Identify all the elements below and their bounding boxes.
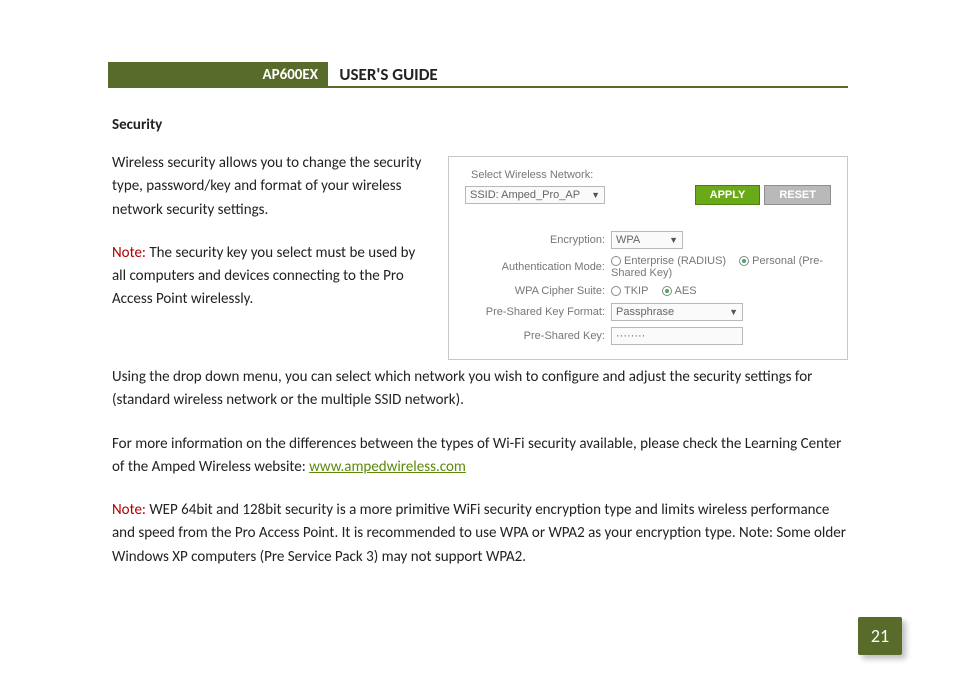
paragraph-note2: Note: WEP 64bit and 128bit security is a…	[112, 499, 848, 569]
cipher-label: WPA Cipher Suite:	[465, 285, 611, 297]
ssid-value: SSID: Amped_Pro_AP	[470, 188, 580, 202]
ssid-dropdown[interactable]: SSID: Amped_Pro_AP ▼	[465, 186, 605, 204]
note-label: Note:	[112, 244, 146, 262]
note-label: Note:	[112, 501, 146, 519]
chevron-down-icon: ▼	[669, 233, 678, 247]
psk-format-label: Pre-Shared Key Format:	[465, 306, 611, 318]
psk-format-dropdown[interactable]: Passphrase ▼	[611, 303, 743, 321]
guide-title: USER'S GUIDE	[339, 62, 437, 88]
radio-icon	[611, 286, 621, 296]
moreinfo-text: For more information on the differences …	[112, 435, 841, 476]
psk-value: ········	[616, 329, 645, 343]
cipher-aes-option[interactable]: AES	[662, 285, 697, 297]
psk-input[interactable]: ········	[611, 327, 743, 345]
model-badge: AP600EX	[108, 62, 328, 88]
paragraph-note1: Note: The security key you select must b…	[112, 242, 428, 312]
radio-icon	[611, 256, 621, 266]
radio-icon	[739, 256, 749, 266]
auth-enterprise-option[interactable]: Enterprise (RADIUS)	[611, 255, 726, 267]
encryption-label: Encryption:	[465, 234, 611, 246]
encryption-dropdown[interactable]: WPA ▼	[611, 231, 683, 249]
psk-label: Pre-Shared Key:	[465, 330, 611, 342]
section-heading: Security	[112, 116, 848, 134]
paragraph-intro: Wireless security allows you to change t…	[112, 152, 428, 222]
chevron-down-icon: ▼	[591, 188, 600, 202]
psk-format-value: Passphrase	[616, 305, 674, 319]
paragraph-dropdown: Using the drop down menu, you can select…	[112, 366, 848, 413]
page-number: 21	[858, 617, 902, 655]
radio-icon	[662, 286, 672, 296]
chevron-down-icon: ▼	[729, 305, 738, 319]
note1-text: The security key you select must be used…	[112, 244, 415, 309]
ampedwireless-link[interactable]: www.ampedwireless.com	[309, 458, 466, 476]
select-network-label: Select Wireless Network:	[471, 169, 831, 181]
page-header: AP600EX USER'S GUIDE	[108, 62, 848, 88]
cipher-tkip-option[interactable]: TKIP	[611, 285, 648, 297]
apply-button[interactable]: APPLY	[695, 185, 761, 205]
paragraph-moreinfo: For more information on the differences …	[112, 433, 848, 480]
auth-mode-label: Authentication Mode:	[465, 261, 611, 273]
encryption-value: WPA	[616, 233, 640, 247]
note2-text: WEP 64bit and 128bit security is a more …	[112, 501, 846, 566]
settings-panel: Select Wireless Network: SSID: Amped_Pro…	[448, 156, 848, 360]
reset-button[interactable]: RESET	[764, 185, 831, 205]
